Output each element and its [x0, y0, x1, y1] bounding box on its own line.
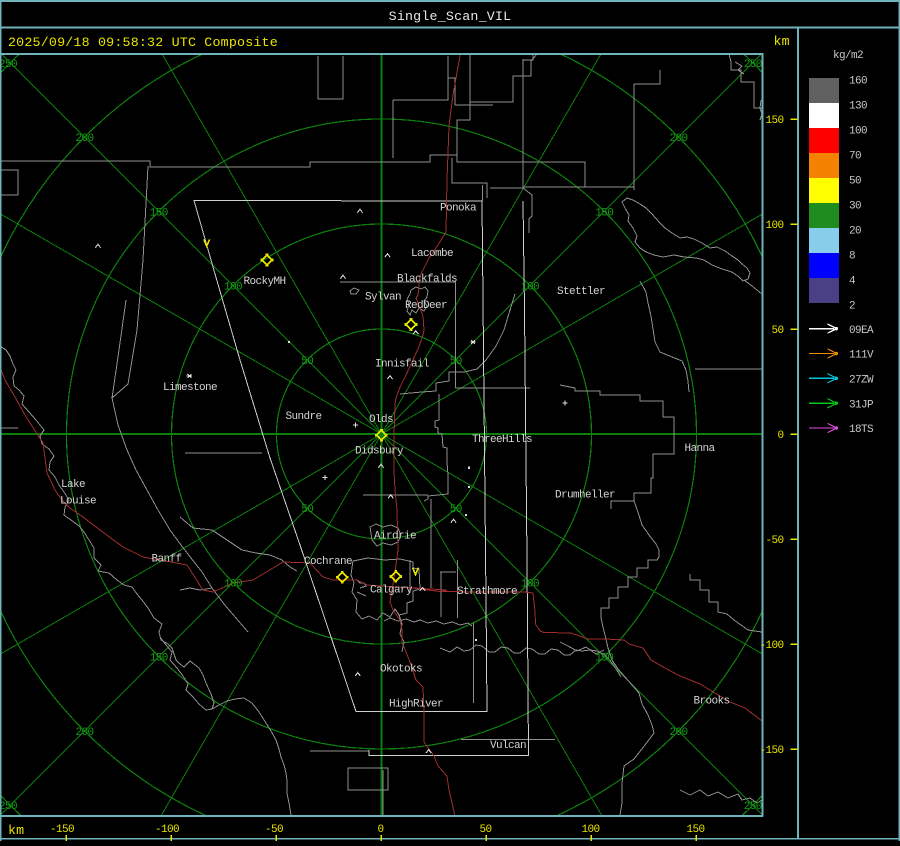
svg-text:Louise: Louise — [60, 496, 96, 508]
svg-text:50: 50 — [301, 356, 313, 368]
svg-text:-50: -50 — [765, 535, 783, 547]
svg-text:100: 100 — [581, 824, 599, 836]
svg-text:Stettler: Stettler — [557, 286, 605, 298]
svg-text:Banff: Banff — [152, 554, 182, 566]
svg-text:Blackfalds: Blackfalds — [397, 274, 457, 286]
svg-text:150: 150 — [686, 824, 704, 836]
svg-text:50: 50 — [301, 504, 313, 516]
svg-text:111V: 111V — [849, 350, 874, 362]
svg-text:50: 50 — [450, 356, 462, 368]
svg-text:150: 150 — [595, 653, 613, 665]
svg-text:4: 4 — [849, 276, 856, 288]
svg-text:250: 250 — [744, 801, 762, 813]
svg-text:160: 160 — [849, 76, 867, 88]
svg-text:Airdrie: Airdrie — [374, 531, 416, 543]
svg-text:Hanna: Hanna — [685, 443, 716, 455]
svg-text:ThreeHills: ThreeHills — [472, 434, 532, 446]
svg-text:100: 100 — [765, 220, 783, 232]
svg-text:50: 50 — [771, 325, 783, 337]
svg-text:50: 50 — [450, 504, 462, 516]
svg-text:150: 150 — [765, 115, 783, 127]
svg-text:Cochrane: Cochrane — [304, 556, 352, 568]
svg-text:2: 2 — [849, 301, 855, 313]
svg-text:30: 30 — [849, 201, 861, 213]
svg-text:50: 50 — [849, 176, 861, 188]
svg-text:18TS: 18TS — [849, 424, 874, 436]
svg-text:-50: -50 — [265, 824, 283, 836]
svg-text:Calgary: Calgary — [370, 585, 413, 597]
svg-text:8: 8 — [849, 251, 855, 263]
svg-text:Single_Scan_VIL: Single_Scan_VIL — [389, 9, 512, 24]
svg-text:-100: -100 — [155, 824, 179, 836]
svg-text:150: 150 — [595, 207, 613, 219]
svg-text:Brooks: Brooks — [694, 696, 730, 708]
svg-text:200: 200 — [669, 133, 687, 145]
svg-text:100: 100 — [521, 282, 539, 294]
svg-text:250: 250 — [0, 801, 17, 813]
svg-text:km: km — [774, 34, 790, 49]
svg-text:Lacombe: Lacombe — [411, 248, 453, 260]
svg-text:50: 50 — [479, 824, 491, 836]
svg-text:09EA: 09EA — [849, 325, 874, 337]
svg-text:-150: -150 — [50, 824, 74, 836]
svg-text:km: km — [8, 823, 24, 838]
svg-text:200: 200 — [669, 727, 687, 739]
svg-text:70: 70 — [849, 151, 861, 163]
svg-text:Okotoks: Okotoks — [380, 664, 422, 676]
svg-text:200: 200 — [75, 727, 93, 739]
svg-text:Drumheller: Drumheller — [555, 490, 615, 502]
svg-text:RedDeer: RedDeer — [405, 300, 447, 312]
svg-text:Limestone: Limestone — [163, 382, 217, 394]
svg-text:Olds: Olds — [369, 414, 393, 426]
svg-text:-150: -150 — [759, 745, 783, 757]
svg-text:2025/09/18 09:58:32 UTC Compos: 2025/09/18 09:58:32 UTC Composite — [8, 35, 278, 50]
svg-text:31JP: 31JP — [849, 399, 874, 411]
svg-text:0: 0 — [777, 430, 783, 442]
svg-text:200: 200 — [75, 133, 93, 145]
svg-text:Strathmore: Strathmore — [457, 586, 517, 598]
svg-text:Innisfail: Innisfail — [375, 359, 429, 371]
svg-text:100: 100 — [521, 579, 539, 591]
svg-text:250: 250 — [744, 59, 762, 71]
svg-text:kg/m2: kg/m2 — [833, 50, 863, 62]
svg-text:Ponoka: Ponoka — [440, 203, 477, 215]
svg-text:Sundre: Sundre — [286, 411, 322, 423]
svg-text:0: 0 — [377, 824, 383, 836]
svg-text:HighRiver: HighRiver — [389, 699, 443, 711]
svg-text:20: 20 — [849, 226, 861, 238]
svg-text:130: 130 — [849, 101, 867, 113]
svg-text:250: 250 — [0, 59, 17, 71]
svg-text:Vulcan: Vulcan — [490, 740, 526, 752]
svg-text:Sylvan: Sylvan — [365, 292, 401, 304]
svg-text:Didsbury: Didsbury — [355, 446, 404, 458]
svg-text:100: 100 — [849, 126, 867, 138]
svg-text:100: 100 — [224, 579, 242, 591]
svg-text:RockyMH: RockyMH — [244, 276, 286, 288]
svg-text:100: 100 — [224, 282, 242, 294]
svg-text:-100: -100 — [759, 640, 783, 652]
svg-text:27ZW: 27ZW — [849, 375, 874, 387]
svg-text:150: 150 — [150, 653, 168, 665]
svg-text:Lake: Lake — [61, 479, 85, 491]
svg-text:150: 150 — [150, 207, 168, 219]
